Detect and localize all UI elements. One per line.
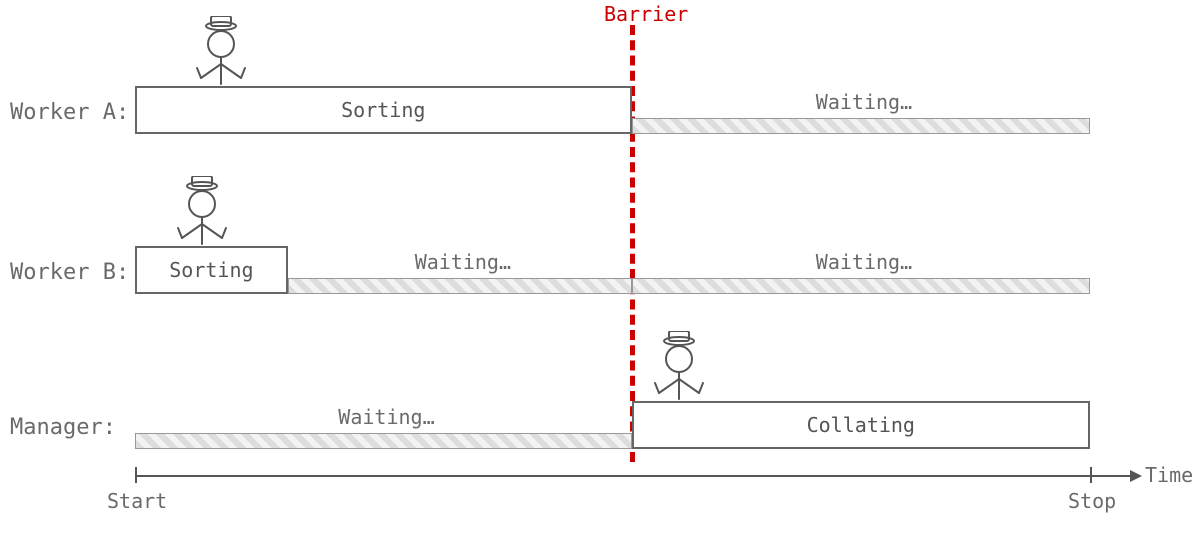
segment-label-waiting: Waiting…: [338, 405, 434, 429]
segment-worker-b-waiting-2: [632, 278, 1090, 294]
axis-label-stop: Stop: [1068, 489, 1116, 513]
track-label-m: Manager:: [10, 415, 116, 440]
segment-label-waiting: Waiting…: [816, 90, 912, 114]
segment-worker-b-sorting: Sorting: [135, 246, 288, 294]
axis-arrow-icon: [1130, 470, 1142, 482]
segment-worker-a-sorting: Sorting: [135, 86, 632, 134]
segment-label-waiting: Waiting…: [415, 250, 511, 274]
segment-worker-b-waiting-1: [288, 278, 632, 294]
segment-label: Collating: [807, 413, 915, 437]
stick-figure-icon: [649, 331, 709, 401]
stick-figure-icon: [191, 16, 251, 86]
axis-tick-start: [135, 467, 137, 483]
time-axis: [135, 475, 1130, 477]
stick-figure-icon: [172, 176, 232, 246]
segment-manager-waiting: [135, 433, 632, 449]
segment-label: Sorting: [169, 258, 253, 282]
barrier-label: Barrier: [604, 2, 688, 26]
track-label-b: Worker B:: [10, 260, 129, 285]
segment-label-waiting: Waiting…: [816, 250, 912, 274]
axis-tick-stop: [1090, 467, 1092, 483]
axis-title: Time: [1145, 463, 1193, 487]
axis-label-start: Start: [107, 489, 167, 513]
track-label-a: Worker A:: [10, 100, 129, 125]
segment-manager-collating: Collating: [632, 401, 1090, 449]
diagram-root: Barrier Worker A: Worker B: Manager: Sor…: [0, 0, 1200, 540]
segment-label: Sorting: [341, 98, 425, 122]
segment-worker-a-waiting: [632, 118, 1090, 134]
